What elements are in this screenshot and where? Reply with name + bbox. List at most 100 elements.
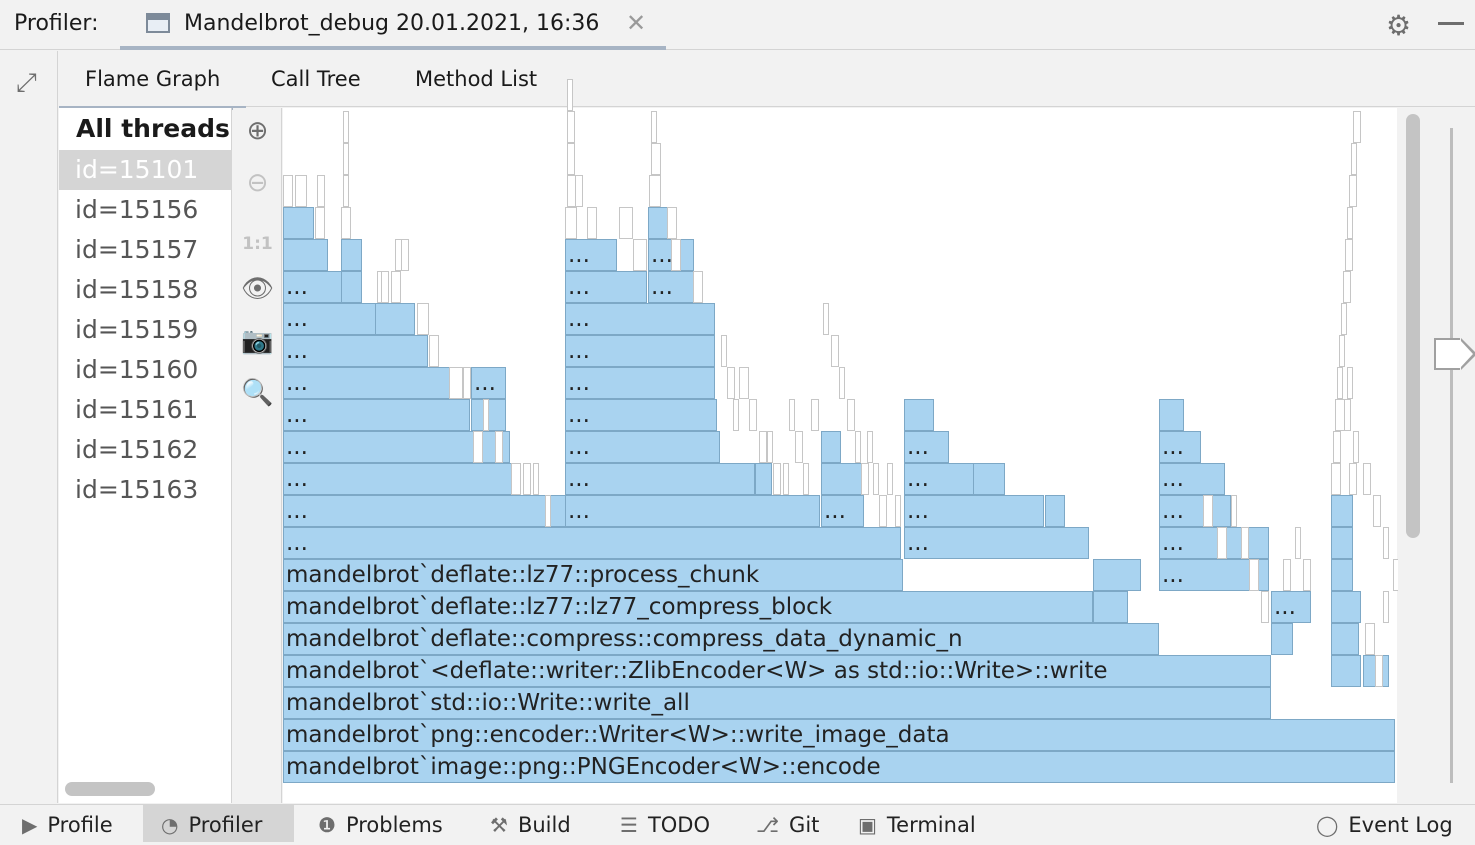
flame-frame-small[interactable]: [1353, 431, 1359, 463]
flame-frame[interactable]: ...: [565, 495, 820, 527]
flame-frame-small[interactable]: [1337, 367, 1343, 399]
tab-method-list[interactable]: Method List: [415, 67, 537, 91]
flame-frame-small[interactable]: [693, 271, 703, 303]
flame-frame[interactable]: ...: [565, 239, 617, 271]
flame-frame[interactable]: ...: [283, 367, 462, 399]
flame-frame[interactable]: [1331, 559, 1353, 591]
bottom-item-todo[interactable]: ☰ TODO: [620, 805, 710, 842]
flame-frame[interactable]: mandelbrot`std::io::Write::write_all: [283, 687, 1271, 719]
flame-frame-small[interactable]: [429, 335, 439, 367]
flame-frame-small[interactable]: [565, 207, 577, 239]
flame-frame[interactable]: mandelbrot`deflate::lz77::lz77_compress_…: [283, 591, 1093, 623]
flame-frame[interactable]: ...: [565, 431, 720, 463]
flame-frame-small[interactable]: [861, 463, 869, 495]
flame-frame-small[interactable]: [1383, 527, 1389, 559]
flame-frame[interactable]: ...: [471, 367, 506, 399]
minimize-icon[interactable]: [1438, 22, 1464, 25]
flame-frame[interactable]: ...: [565, 271, 647, 303]
search-icon[interactable]: 🔍: [233, 378, 282, 408]
tab-call-tree[interactable]: Call Tree: [271, 67, 361, 91]
flame-frame-small[interactable]: [1335, 399, 1345, 431]
flame-frame-small[interactable]: [567, 79, 573, 111]
flame-frame-small[interactable]: [1373, 495, 1381, 527]
flame-frame-small[interactable]: [391, 271, 401, 303]
flame-frame[interactable]: ...: [565, 399, 717, 431]
flame-frame[interactable]: [755, 463, 772, 495]
flame-frame-small[interactable]: [1283, 559, 1291, 591]
flame-frame-small[interactable]: [315, 207, 325, 239]
flame-frame-small[interactable]: [727, 367, 735, 399]
eye-icon[interactable]: 👁: [233, 274, 282, 304]
flame-frame-small[interactable]: [1365, 623, 1375, 655]
flame-frame-small[interactable]: [1331, 463, 1341, 495]
flame-frame-small[interactable]: [283, 175, 293, 207]
flame-frame[interactable]: ...: [1159, 463, 1225, 495]
flame-frame-small[interactable]: [831, 335, 839, 367]
flame-frame[interactable]: mandelbrot`<deflate::writer::ZlibEncoder…: [283, 655, 1271, 687]
thread-item[interactable]: id=15157: [59, 230, 232, 270]
flame-frame[interactable]: ...: [283, 399, 470, 431]
flame-frame[interactable]: ...: [283, 303, 376, 335]
flame-frame-small[interactable]: [651, 111, 657, 143]
thread-item[interactable]: id=15162: [59, 430, 232, 470]
flame-frame[interactable]: ...: [283, 527, 901, 559]
thread-item[interactable]: id=15156: [59, 190, 232, 230]
flame-frame-small[interactable]: [671, 239, 681, 271]
flame-frame-small[interactable]: [343, 111, 349, 143]
flame-frame-small[interactable]: [1341, 303, 1347, 335]
flame-frame-small[interactable]: [401, 239, 409, 271]
flame-frame[interactable]: ...: [904, 495, 1044, 527]
flame-frame[interactable]: [904, 399, 934, 431]
threads-header[interactable]: All threads: [76, 114, 230, 143]
flame-frame-small[interactable]: [887, 463, 893, 495]
bottom-item-git[interactable]: ⎇ Git: [756, 805, 819, 842]
flame-frame-small[interactable]: [495, 431, 503, 463]
flame-frame-small[interactable]: [803, 463, 809, 495]
flame-frame-small[interactable]: [567, 111, 575, 143]
flame-frame-small[interactable]: [1261, 591, 1269, 623]
flame-frame[interactable]: [1331, 591, 1361, 623]
flame-frame-small[interactable]: [1347, 367, 1353, 399]
thread-item[interactable]: id=15160: [59, 350, 232, 390]
flame-frame[interactable]: ...: [1159, 431, 1201, 463]
flame-frame[interactable]: [821, 431, 841, 463]
flame-frame-small[interactable]: [667, 207, 677, 239]
flame-frame-small[interactable]: [749, 399, 757, 431]
flame-frame-small[interactable]: [511, 463, 521, 495]
flame-frame-small[interactable]: [341, 207, 351, 239]
flame-frame-small[interactable]: [417, 303, 429, 335]
flame-frame[interactable]: ...: [1271, 591, 1311, 623]
flame-frame-small[interactable]: [317, 175, 325, 207]
flame-frame-small[interactable]: [587, 207, 597, 239]
flame-frame-small[interactable]: [873, 463, 879, 495]
thread-item[interactable]: id=15163: [59, 470, 232, 510]
flame-frame-small[interactable]: [847, 399, 855, 431]
flame-frame[interactable]: ...: [648, 271, 698, 303]
flame-frame-small[interactable]: [1217, 527, 1227, 559]
tab-flame-graph[interactable]: Flame Graph: [58, 67, 247, 110]
flame-frame-small[interactable]: [1249, 559, 1259, 591]
flame-frame-small[interactable]: [1347, 207, 1353, 239]
flame-frame[interactable]: [973, 463, 1005, 495]
flame-frame[interactable]: ...: [565, 335, 715, 367]
bottom-item-event-log[interactable]: ◯ Event Log: [1316, 805, 1453, 842]
flame-frame[interactable]: ...: [283, 463, 520, 495]
close-tab-icon[interactable]: ✕: [626, 9, 646, 37]
flame-frame-small[interactable]: [567, 143, 575, 175]
flame-frame-small[interactable]: [839, 367, 845, 399]
flame-frame-small[interactable]: [733, 399, 739, 431]
flame-frame-small[interactable]: [773, 463, 781, 495]
flame-frame-small[interactable]: [789, 399, 795, 431]
flame-frame[interactable]: ...: [565, 463, 755, 495]
flame-frame-small[interactable]: [1351, 143, 1357, 175]
flame-frame-small[interactable]: [1339, 335, 1345, 367]
flame-frame[interactable]: [1331, 655, 1361, 687]
flame-frame[interactable]: mandelbrot`png::encoder::Writer<W>::writ…: [283, 719, 1395, 751]
flame-frame-small[interactable]: [767, 431, 773, 463]
flame-frame-small[interactable]: [783, 463, 789, 495]
flame-frame[interactable]: ...: [283, 271, 342, 303]
flame-frame-small[interactable]: [483, 399, 489, 431]
flame-frame[interactable]: ...: [821, 495, 864, 527]
flame-frame[interactable]: [1331, 623, 1359, 655]
flame-frame[interactable]: [1045, 495, 1065, 527]
